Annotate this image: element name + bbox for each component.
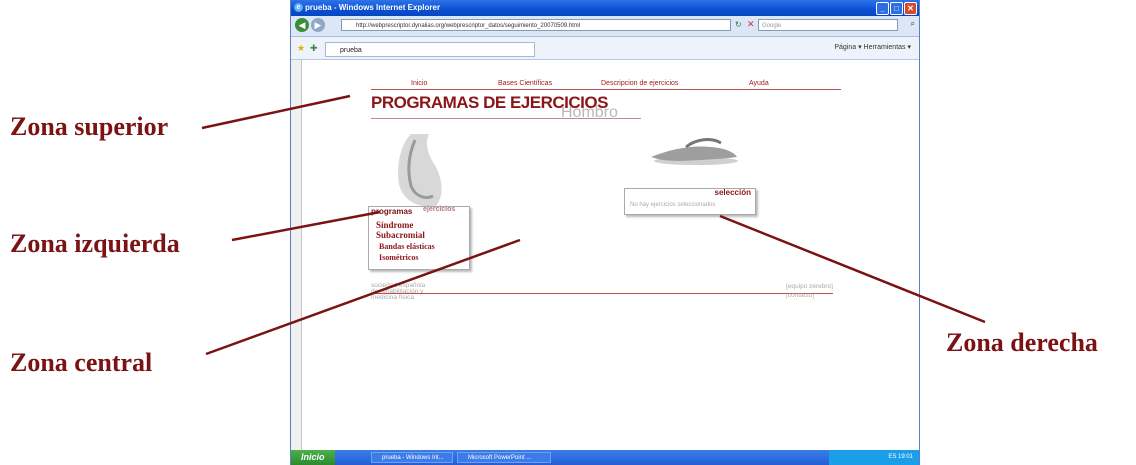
program-item[interactable]: Isométricos [379,253,419,262]
annotation-zona-izquierda: Zona izquierda [10,229,180,258]
toolbar-tools[interactable]: Página ▾ Herramientas ▾ [834,43,911,51]
nav-inicio[interactable]: Inicio [411,80,427,87]
program-item[interactable]: Bandas elásticas [379,242,435,251]
close-icon[interactable]: ✕ [904,2,917,15]
tab-programas[interactable]: programas [371,207,412,216]
nav-divider [371,89,841,90]
window-title: prueba - Windows Internet Explorer [305,3,441,12]
tab-bar: ★ ✚ prueba Página ▾ Herramientas ▾ [291,37,919,60]
annotation-zona-central: Zona central [10,348,153,377]
annotation-zona-derecha: Zona derecha [946,328,1098,357]
program-item[interactable]: Subacromial [376,230,425,240]
search-icon[interactable]: ⌕ [911,19,915,29]
search-input[interactable]: Google [758,19,898,31]
left-panel: programas ejercicios Síndrome Subacromia… [368,206,470,270]
nav-bases-cientificas[interactable]: Bases Científicas [498,80,552,87]
selection-panel: selección No hay ejercicios seleccionado… [624,188,756,215]
favorites-star-icon[interactable]: ★ [297,43,305,54]
tab-ejercicios[interactable]: ejercicios [423,206,455,213]
footer-divider [371,293,833,294]
nav-descripcion-ejercicios[interactable]: Descripcion de ejercicios [601,80,678,87]
title-bar: e prueba - Windows Internet Explorer _ □… [291,0,919,16]
system-tray: ES 19:01 [829,450,919,465]
ie-icon: e [294,3,303,12]
shoulder-image [398,134,442,207]
address-toolbar: ◀ ▶ http://webprescriptor.dynalias.org/w… [291,16,919,37]
back-icon[interactable]: ◀ [295,18,309,32]
title-underline [371,118,641,119]
hand-image [651,138,738,165]
tab-prueba[interactable]: prueba [325,42,535,57]
refresh-icon[interactable]: ↻ [735,20,742,29]
minimize-icon[interactable]: _ [876,2,889,15]
taskbar-item-powerpoint[interactable]: Microsoft PowerPoint ... [457,452,551,463]
browser-window: e prueba - Windows Internet Explorer _ □… [290,0,920,465]
taskbar: Inicio prueba - Windows Int... Microsoft… [291,450,919,465]
address-input[interactable]: http://webprescriptor.dynalias.org/webpr… [341,19,731,31]
taskbar-item-ie[interactable]: prueba - Windows Int... [371,452,453,463]
stop-icon[interactable]: ✕ [747,19,755,30]
maximize-icon[interactable]: □ [890,2,903,15]
nav-ayuda[interactable]: Ayuda [749,80,769,87]
annotation-zona-superior: Zona superior [10,112,169,141]
footer-society-line3[interactable]: medicina física [371,294,414,301]
footer-contacto-link[interactable]: [contacto] [786,292,814,299]
footer-equipo-link[interactable]: [equipo zerebro] [786,283,833,290]
start-button[interactable]: Inicio [291,450,335,465]
selection-empty-text: No hay ejercicios seleccionados [630,202,716,208]
add-favorite-icon[interactable]: ✚ [310,43,318,54]
page-subtitle: Hombro [561,104,618,121]
forward-icon[interactable]: ▶ [311,18,325,32]
selection-heading: selección [714,188,751,197]
program-item[interactable]: Síndrome [376,220,413,230]
page-left-bar [291,60,302,450]
page-content: Inicio Bases Científicas Descripcion de … [291,60,919,450]
